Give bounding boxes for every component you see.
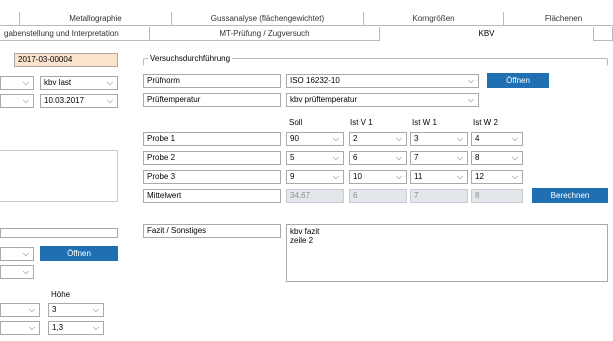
probe-2-ist-v1[interactable]: 6 ⌵ [349,151,407,165]
chevron-down-icon: ⌵ [28,305,35,314]
mittelwert-ist-w1: 7 [410,189,468,203]
header-ist-v1: Ist V 1 [350,118,373,127]
probe-1-soll[interactable]: 90 ⌵ [286,132,344,146]
probe-1-ist-w2[interactable]: 4 ⌵ [471,132,523,146]
tab-extra[interactable] [594,27,613,41]
fazit-line-1: kbv fazit [290,227,320,236]
chevron-down-icon: ⌵ [467,76,474,85]
header-soll: Soll [289,118,303,127]
chevron-down-icon: ⌵ [395,172,402,181]
chevron-down-icon: ⌵ [395,134,402,143]
probe-2-ist-w1[interactable]: 7 ⌵ [410,151,468,165]
chevron-down-icon: ⌵ [332,134,339,143]
left-textarea[interactable] [0,150,118,202]
pruefnorm-oeffnen-button[interactable]: Öffnen [487,73,549,88]
hoehe-combo-1[interactable]: 3 ⌵ [48,303,104,317]
probe-3-soll[interactable]: 9 ⌵ [286,170,344,184]
probe-1-ist-v1[interactable]: 2 ⌵ [349,132,407,146]
hoehe-label: Höhe [51,290,71,299]
tab-mt-pruefung[interactable]: MT-Prüfung / Zugversuch [150,27,380,41]
fazit-line-2: zeile 2 [290,236,314,245]
chevron-down-icon: ⌵ [106,78,113,87]
chevron-down-icon: ⌵ [456,172,463,181]
mittelwert-soll: 34,67 [286,189,344,203]
tab-aufgabenstellung[interactable]: gabenstellung und Interpretation [0,27,150,41]
chevron-down-icon: ⌵ [511,172,518,181]
chevron-down-icon: ⌵ [22,78,29,87]
pruefnorm-combo[interactable]: ISO 16232-10 ⌵ [286,74,479,88]
tab-flaechen[interactable]: Flächenen [504,12,613,26]
tab-strip-main: Metallographie Gussanalyse (flächengewic… [0,12,613,26]
left-file-field[interactable] [0,228,118,238]
prueftemperatur-label: Prüftemperatur [143,93,281,107]
left-combo-file[interactable]: ⌵ [0,247,34,261]
probe-1-ist-w1[interactable]: 3 ⌵ [410,132,468,146]
probe-1-label: Probe 1 [143,132,281,146]
fazit-textarea[interactable]: kbv fazit zeile 2 [286,224,608,282]
header-ist-w2: Ist W 2 [473,118,498,127]
chevron-down-icon: ⌵ [92,305,99,314]
probe-3-ist-v1[interactable]: 10 ⌵ [349,170,407,184]
berechnen-button[interactable]: Berechnen [532,188,608,203]
fazit-label: Fazit / Sonstiges [143,224,281,238]
header-ist-w1: Ist W 1 [412,118,437,127]
left-oeffnen-button[interactable]: Öffnen [40,246,118,261]
chevron-down-icon: ⌵ [92,323,99,332]
left-combo-1[interactable]: ⌵ [0,76,34,90]
chevron-down-icon: ⌵ [511,134,518,143]
tab-metallographie[interactable]: Metallographie [20,12,172,26]
tab-cut[interactable] [0,12,20,26]
left-combo-6[interactable]: ⌵ [0,303,40,317]
left-combo-7[interactable]: ⌵ [0,321,40,335]
probe-3-label: Probe 3 [143,170,281,184]
left-combo-3[interactable]: ⌵ [0,94,34,108]
chevron-down-icon: ⌵ [22,267,29,276]
mittelwert-ist-v1: 6 [349,189,407,203]
pruefnorm-label: Prüfnorm [143,74,281,88]
group-title: Versuchsdurchführung [148,54,233,63]
chevron-down-icon: ⌵ [22,96,29,105]
chevron-down-icon: ⌵ [22,249,29,258]
chevron-down-icon: ⌵ [28,323,35,332]
chevron-down-icon: ⌵ [511,153,518,162]
chevron-down-icon: ⌵ [467,95,474,104]
chevron-down-icon: ⌵ [332,172,339,181]
tab-korngroessen[interactable]: Korngrößen [364,12,504,26]
date-picker[interactable]: 10.03.2017 ⌵ [40,94,118,108]
probe-3-ist-w2[interactable]: 12 ⌵ [471,170,523,184]
mittelwert-label: Mittelwert [143,189,281,203]
left-combo-kbv[interactable]: kbv last ⌵ [40,76,118,90]
left-combo-5[interactable]: ⌵ [0,265,34,279]
tab-strip-sub: gabenstellung und Interpretation MT-Prüf… [0,27,613,41]
tab-kbv[interactable]: KBV [380,27,594,41]
chevron-down-icon: ⌵ [395,153,402,162]
probe-2-label: Probe 2 [143,151,281,165]
prueftemperatur-combo[interactable]: kbv prüftemperatur ⌵ [286,93,479,107]
probe-2-ist-w2[interactable]: 8 ⌵ [471,151,523,165]
probe-3-ist-w1[interactable]: 11 ⌵ [410,170,468,184]
chevron-down-icon: ⌵ [106,96,113,105]
chevron-down-icon: ⌵ [456,134,463,143]
mittelwert-ist-w2: 8 [471,189,523,203]
tab-gussanalyse[interactable]: Gussanalyse (flächengewichtet) [172,12,364,26]
hoehe-combo-2[interactable]: 1,3 ⌵ [48,321,104,335]
chevron-down-icon: ⌵ [332,153,339,162]
id-field[interactable]: 2017-03-00004 [14,53,118,67]
probe-2-soll[interactable]: 5 ⌵ [286,151,344,165]
chevron-down-icon: ⌵ [456,153,463,162]
